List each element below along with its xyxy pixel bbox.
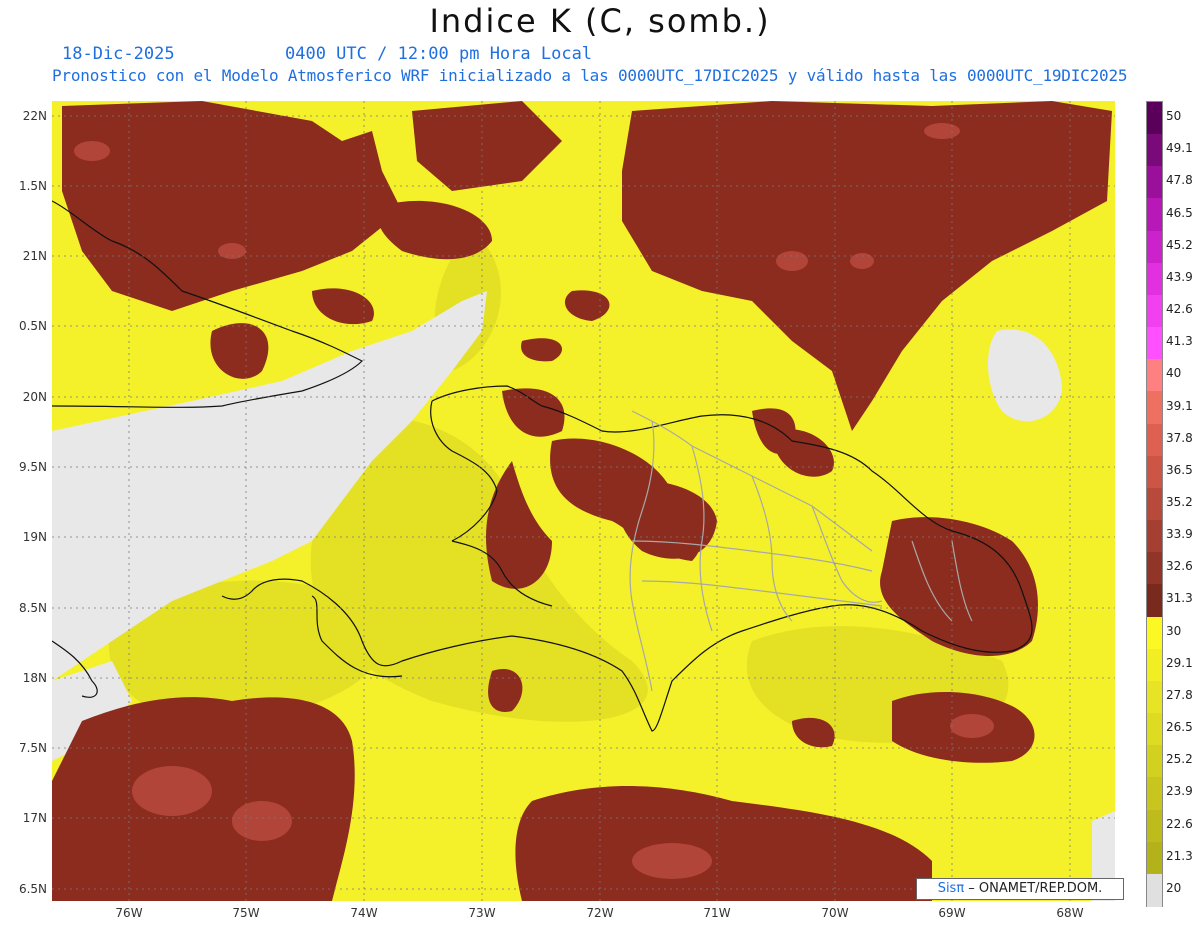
color-scale-segment <box>1147 520 1162 554</box>
color-scale-label: 31.3 <box>1166 591 1193 606</box>
color-scale-segment <box>1147 166 1162 200</box>
color-scale-label: 41.3 <box>1166 334 1193 349</box>
color-scale-label: 26.5 <box>1166 720 1193 735</box>
color-scale-segment <box>1147 262 1162 296</box>
color-scale-segment <box>1147 359 1162 393</box>
color-scale-label: 50 <box>1166 109 1182 124</box>
color-scale-label: 45.2 <box>1166 237 1193 252</box>
lat-label: 19N <box>22 530 47 544</box>
lon-label: 74W <box>350 906 378 920</box>
color-scale-label: 21.3 <box>1166 848 1193 863</box>
color-scale-segment <box>1147 327 1162 361</box>
color-scale-segment <box>1147 230 1162 264</box>
color-scale-label: 36.5 <box>1166 462 1193 477</box>
lat-label: 9.5N <box>18 460 47 474</box>
color-scale-label: 49.1 <box>1166 141 1193 156</box>
color-scale-label: 30 <box>1166 623 1182 638</box>
lat-label: 18N <box>22 671 47 685</box>
forecast-time: 0400 UTC / 12:00 pm Hora Local <box>285 44 593 64</box>
color-scale-label: 23.9 <box>1166 784 1193 799</box>
color-scale-segment <box>1147 294 1162 328</box>
color-scale-segment <box>1147 648 1162 682</box>
color-scale-label: 42.6 <box>1166 302 1193 317</box>
color-scale-label: 22.6 <box>1166 816 1193 831</box>
color-scale-bar <box>1146 101 1163 907</box>
color-scale-label: 43.9 <box>1166 269 1193 284</box>
lon-label: 69W <box>938 906 966 920</box>
color-scale-label: 39.1 <box>1166 398 1193 413</box>
color-scale-label: 32.6 <box>1166 559 1193 574</box>
lat-label: 20N <box>22 390 47 404</box>
forecast-description: Pronostico con el Modelo Atmosferico WRF… <box>52 66 1128 85</box>
credit-box: Sisπ – ONAMET/REP.DOM. <box>916 878 1124 900</box>
lon-label: 68W <box>1056 906 1084 920</box>
color-scale-segment <box>1147 616 1162 650</box>
color-scale-label: 25.2 <box>1166 752 1193 767</box>
color-scale-segment <box>1147 809 1162 843</box>
color-scale-label: 37.8 <box>1166 430 1193 445</box>
color-scale-segment <box>1147 423 1162 457</box>
color-scale-segment <box>1147 584 1162 618</box>
credit-text: – ONAMET/REP.DOM. <box>964 881 1103 896</box>
map-title: Indice K (C, somb.) <box>429 2 771 40</box>
color-scale-segment <box>1147 745 1162 779</box>
lon-label: 75W <box>232 906 260 920</box>
lat-label: 6.5N <box>18 882 47 896</box>
color-scale-segment <box>1147 841 1162 875</box>
lon-label: 73W <box>468 906 496 920</box>
lat-label: 7.5N <box>18 741 47 755</box>
lat-label: 0.5N <box>18 319 47 333</box>
color-scale-segment <box>1147 134 1162 168</box>
lat-label: 8.5N <box>18 601 47 615</box>
color-scale-segment <box>1147 873 1162 907</box>
lon-label: 72W <box>586 906 614 920</box>
color-scale-segment <box>1147 552 1162 586</box>
color-scale-label: 47.8 <box>1166 173 1193 188</box>
lat-label: 17N <box>22 811 47 825</box>
lat-label: 21N <box>22 249 47 263</box>
color-scale-label: 20 <box>1166 880 1182 895</box>
credit-system: Sisπ <box>937 881 965 896</box>
color-scale-segment <box>1147 102 1162 135</box>
lon-label: 71W <box>703 906 731 920</box>
color-scale-label: 40 <box>1166 366 1182 381</box>
color-scale-segment <box>1147 198 1162 232</box>
forecast-date: 18-Dic-2025 <box>62 44 175 64</box>
lat-label: 22N <box>22 109 47 123</box>
color-scale-segment <box>1147 777 1162 811</box>
color-scale-label: 33.9 <box>1166 527 1193 542</box>
color-scale-label: 46.5 <box>1166 205 1193 220</box>
weather-map <box>52 101 1115 901</box>
color-scale-segment <box>1147 680 1162 714</box>
color-scale-label: 35.2 <box>1166 495 1193 509</box>
color-scale-segment <box>1147 455 1162 489</box>
color-scale-segment <box>1147 487 1162 521</box>
color-scale-segment <box>1147 391 1162 425</box>
color-scale-label: 29.1 <box>1166 655 1193 670</box>
lat-label: 1.5N <box>18 179 47 193</box>
color-scale-segment <box>1147 713 1162 747</box>
color-scale-label: 27.8 <box>1166 687 1193 702</box>
lon-label: 70W <box>821 906 849 920</box>
lon-label: 76W <box>115 906 143 920</box>
